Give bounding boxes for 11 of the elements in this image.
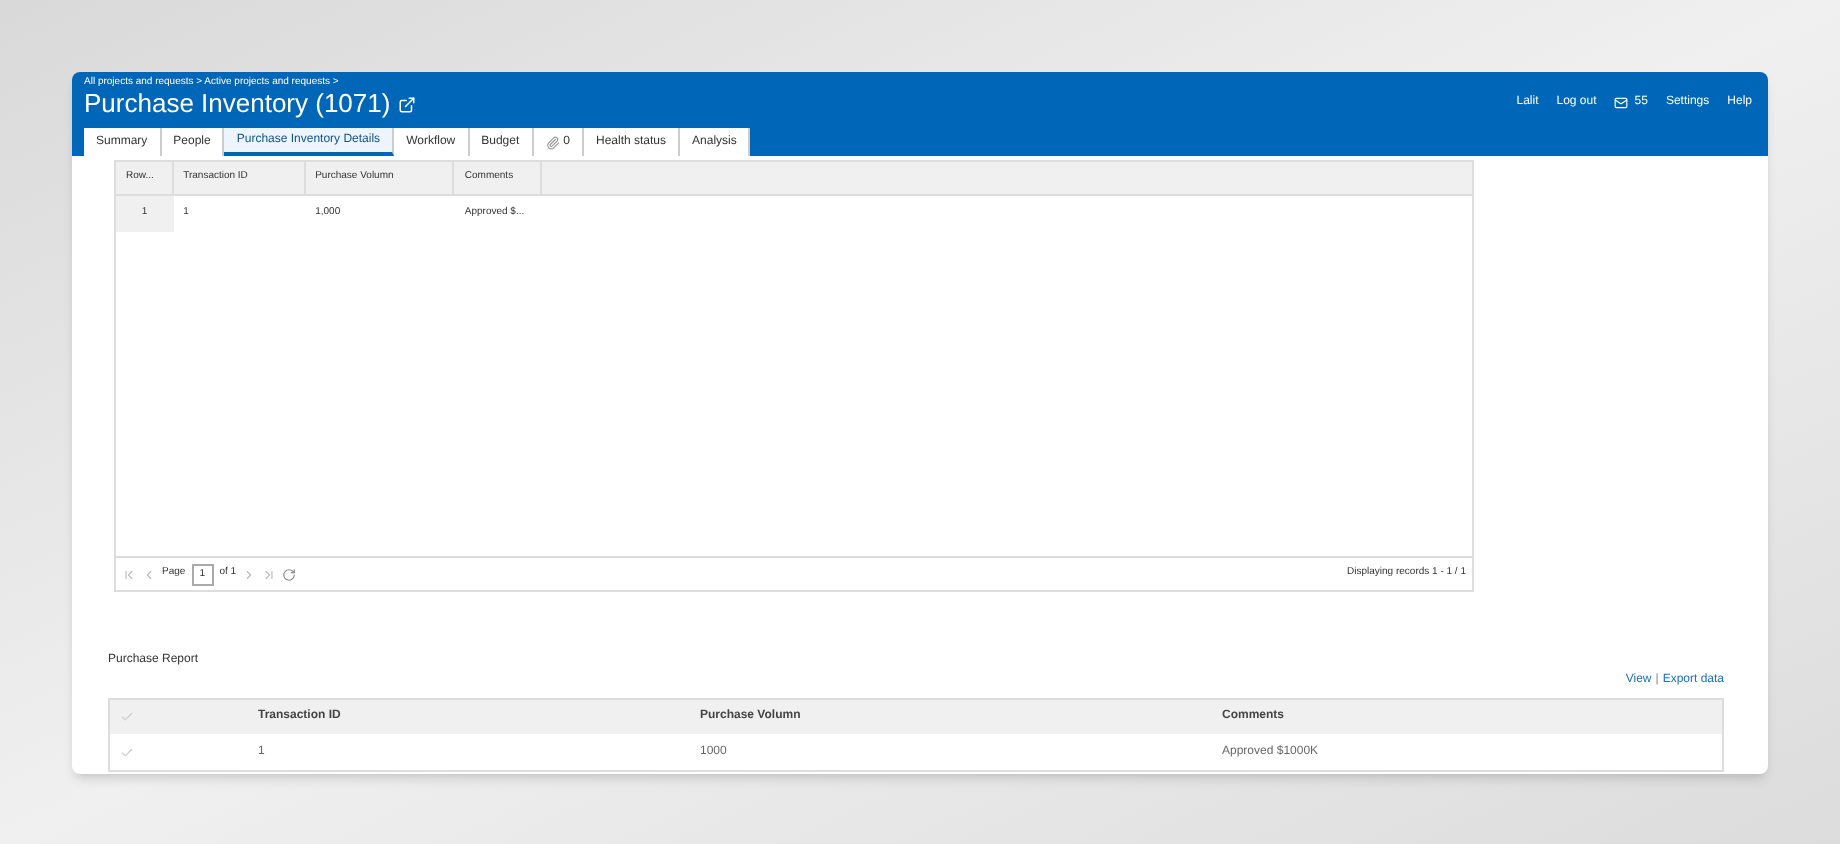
mail-icon xyxy=(1614,95,1629,109)
last-page-icon[interactable] xyxy=(262,567,277,581)
paperclip-icon xyxy=(545,135,560,149)
external-link-icon[interactable] xyxy=(398,95,417,113)
refresh-icon[interactable] xyxy=(282,567,297,581)
previous-page-icon[interactable] xyxy=(142,567,156,581)
page-title: Purchase Inventory (1071) xyxy=(84,88,391,120)
first-page-icon[interactable] xyxy=(122,567,136,581)
next-page-icon[interactable] xyxy=(242,567,257,581)
select-all-check-icon[interactable] xyxy=(120,710,134,724)
row-check-icon[interactable] xyxy=(120,745,134,759)
